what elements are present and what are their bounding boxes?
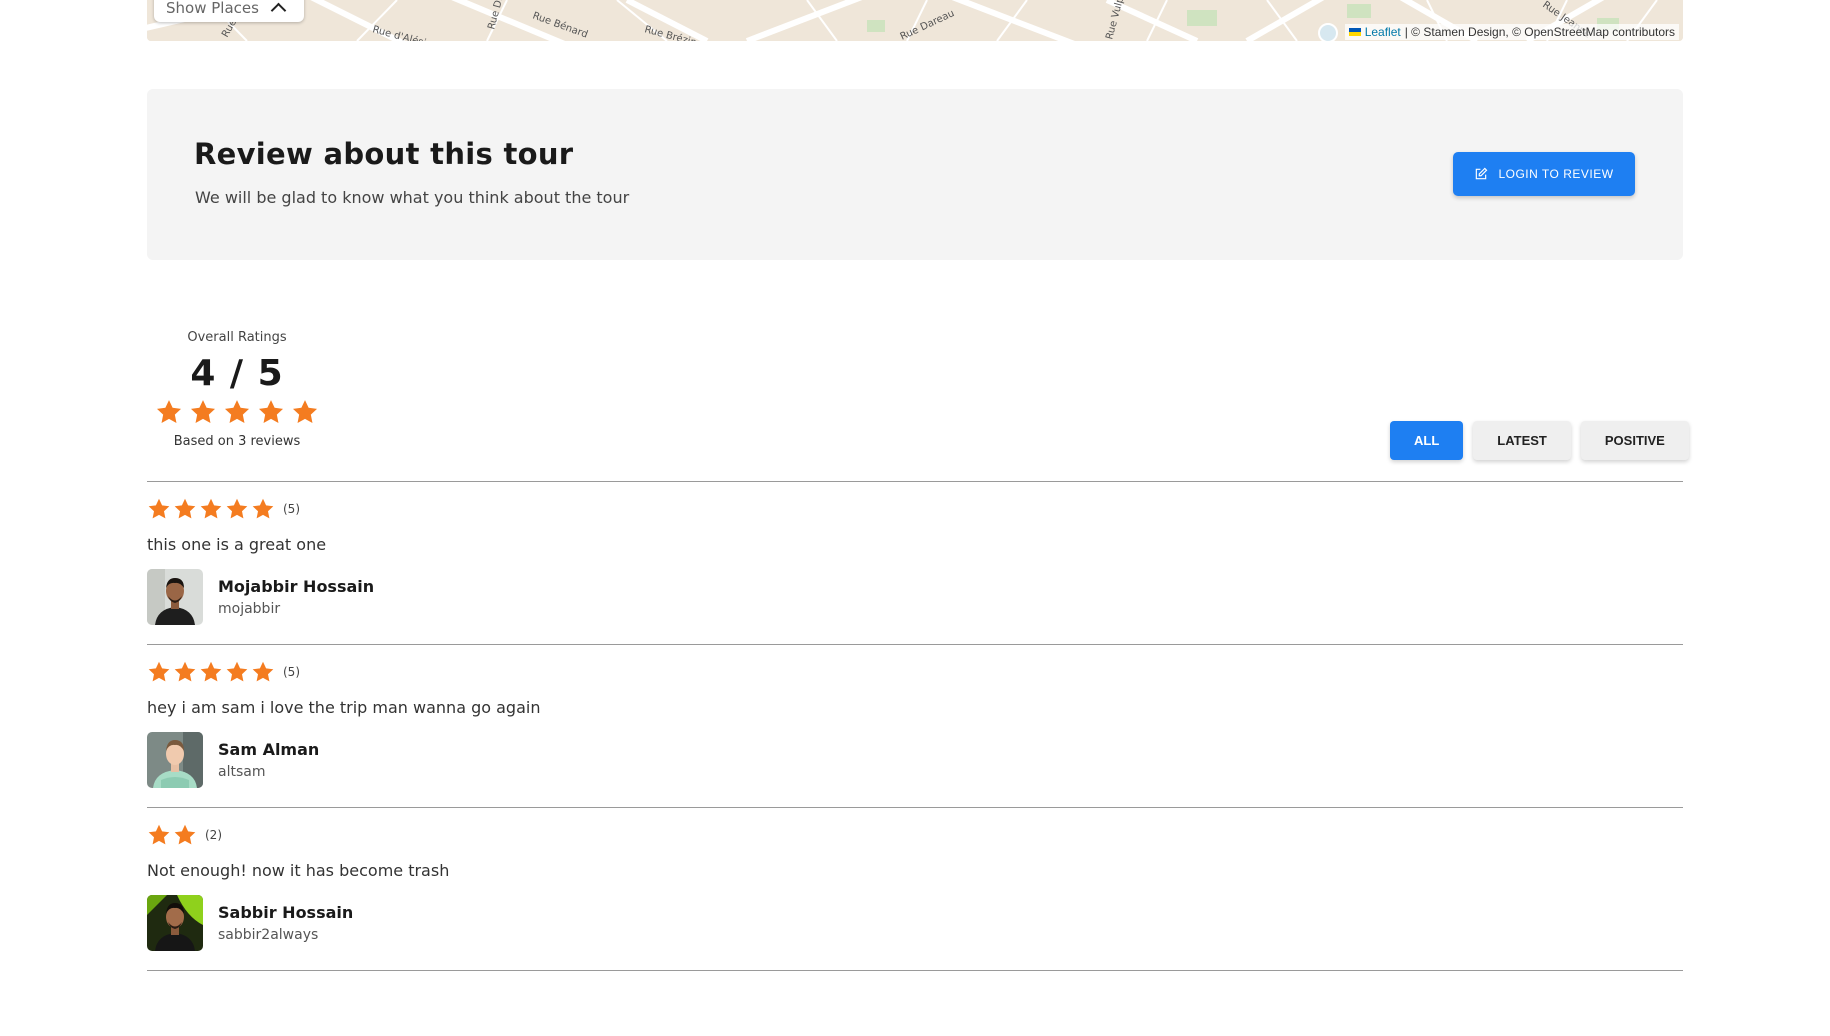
review-rating: (5): [147, 660, 300, 684]
review-item: (5) hey i am sam i love the trip man wan…: [147, 660, 1683, 823]
review-cta-panel: Review about this tour We will be glad t…: [147, 89, 1683, 260]
star-icon: [252, 498, 274, 519]
overall-rating: Overall Ratings 4 / 5 Based on 3 reviews: [147, 330, 327, 449]
review-filters: ALL LATEST POSITIVE: [1390, 421, 1689, 460]
avatar: [147, 569, 203, 625]
star-icon: [226, 661, 248, 682]
star-icon: [226, 498, 248, 519]
login-to-review-label: LOGIN TO REVIEW: [1498, 167, 1614, 181]
map-view[interactable]: Rue Vercingétorix Rue d'Alésia Rue Didot…: [147, 0, 1683, 41]
star-icon: [174, 498, 196, 519]
star-icon: [292, 400, 318, 423]
review-rating-count: (2): [205, 828, 222, 842]
overall-ratings-label: Overall Ratings: [187, 330, 287, 345]
map-attribution: Leaflet | © Stamen Design, © OpenStreetM…: [1344, 24, 1679, 40]
star-icon: [224, 400, 250, 423]
star-icon: [148, 498, 170, 519]
star-icon: [190, 400, 216, 423]
reviewer-handle: altsam: [218, 764, 266, 780]
avatar: [147, 732, 203, 788]
overall-stars: [147, 398, 327, 426]
reviewer-name: Mojabbir Hossain: [218, 577, 375, 596]
filter-positive-button[interactable]: POSITIVE: [1580, 421, 1689, 460]
ukraine-flag-icon: [1348, 28, 1361, 36]
star-icon: [258, 400, 284, 423]
star-icon: [156, 400, 182, 423]
divider: [147, 644, 1683, 645]
review-section-subtitle: We will be glad to know what you think a…: [195, 188, 630, 207]
reviewer-handle: sabbir2always: [218, 927, 319, 943]
attribution-text: | © Stamen Design, © OpenStreetMap contr…: [1404, 25, 1675, 39]
edit-icon: [1476, 167, 1488, 180]
star-icon: [174, 824, 196, 845]
review-item: (2) Not enough! now it has become trash …: [147, 823, 1683, 986]
reviewer-handle: mojabbir: [218, 601, 281, 617]
reviewer-name: Sam Alman: [218, 740, 320, 759]
review-section-title: Review about this tour: [194, 137, 574, 171]
filter-latest-button[interactable]: LATEST: [1473, 421, 1571, 460]
star-icon: [200, 661, 222, 682]
chevron-up-icon: [270, 2, 287, 19]
login-to-review-button[interactable]: LOGIN TO REVIEW: [1453, 152, 1635, 196]
star-icon: [200, 498, 222, 519]
review-rating-count: (5): [283, 665, 300, 679]
filter-all-button[interactable]: ALL: [1390, 421, 1464, 460]
star-icon: [174, 661, 196, 682]
star-icon: [252, 661, 274, 682]
overall-score: 4 / 5: [190, 353, 284, 394]
leaflet-link[interactable]: Leaflet: [1365, 25, 1401, 39]
review-item: (5) this one is a great one Mojabbir Hos…: [147, 497, 1683, 660]
review-count-text: Based on 3 reviews: [173, 434, 301, 449]
review-text: Not enough! now it has become trash: [147, 861, 450, 880]
review-text: hey i am sam i love the trip man wanna g…: [147, 698, 541, 717]
review-rating-count: (5): [283, 502, 300, 516]
review-rating: (2): [147, 823, 222, 847]
show-places-label: Show Places: [166, 0, 259, 17]
divider: [147, 807, 1683, 808]
divider: [147, 970, 1683, 971]
reviewer-name: Sabbir Hossain: [218, 903, 354, 922]
review-rating: (5): [147, 497, 300, 521]
divider: [147, 481, 1683, 482]
review-text: this one is a great one: [147, 535, 327, 554]
avatar: [147, 895, 203, 951]
star-icon: [148, 824, 170, 845]
show-places-toggle[interactable]: Show Places: [154, 0, 304, 22]
star-icon: [148, 661, 170, 682]
